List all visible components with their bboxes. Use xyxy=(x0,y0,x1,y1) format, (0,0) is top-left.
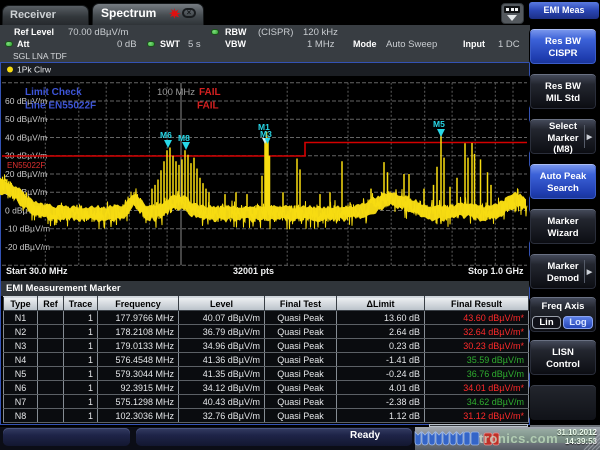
svg-text:-20 dBµV/m: -20 dBµV/m xyxy=(5,242,50,252)
svg-text:50 dBµV/m: 50 dBµV/m xyxy=(5,114,47,124)
svg-text:32001 pts: 32001 pts xyxy=(233,266,274,276)
svg-text:20 dBµV/m: 20 dBµV/m xyxy=(5,169,47,179)
svg-text:M5: M5 xyxy=(433,119,445,129)
svg-text:Line EN55022F: Line EN55022F xyxy=(25,101,96,112)
svg-text:Stop 1.0 GHz: Stop 1.0 GHz xyxy=(468,266,524,276)
svg-text:M6: M6 xyxy=(160,130,172,140)
svg-text:EN55022F: EN55022F xyxy=(7,161,45,170)
svg-text:M3: M3 xyxy=(260,129,272,139)
svg-text:FAIL: FAIL xyxy=(197,101,219,112)
svg-text:Start 30.0 MHz: Start 30.0 MHz xyxy=(6,266,68,276)
svg-text:Limit Check: Limit Check xyxy=(25,87,82,98)
svg-text:FAIL: FAIL xyxy=(199,87,221,98)
svg-text:100 MHz: 100 MHz xyxy=(157,87,195,98)
svg-text:1Pk Clrw: 1Pk Clrw xyxy=(17,65,52,75)
svg-text:40 dBµV/m: 40 dBµV/m xyxy=(5,133,47,143)
svg-text:M8: M8 xyxy=(178,133,190,143)
svg-text:-10 dBµV/m: -10 dBµV/m xyxy=(5,224,50,234)
